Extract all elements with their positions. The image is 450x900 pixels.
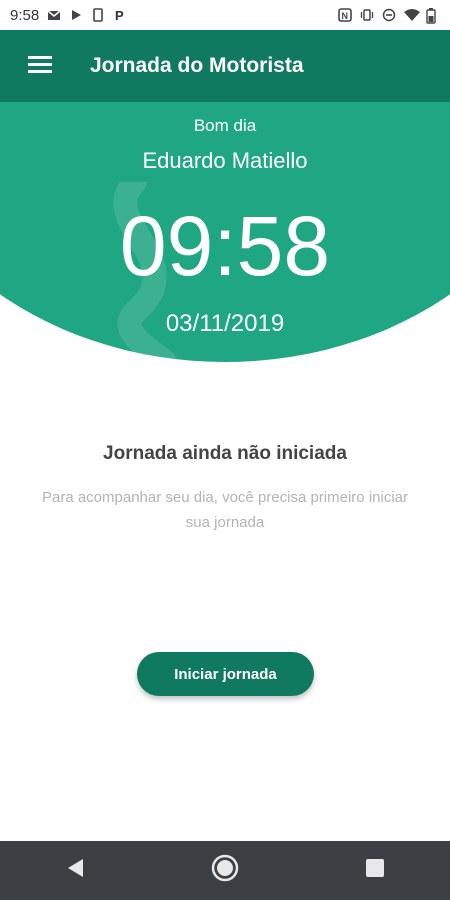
home-icon [210,853,240,888]
nfc-icon: N [338,8,352,22]
status-bar-right: N [338,8,440,24]
system-nav-bar [0,841,450,900]
app-title: Jornada do Motorista [90,54,304,77]
wifi-icon [404,8,420,22]
app-bar: Jornada do Motorista [0,30,450,102]
journey-status-description: Para acompanhar seu dia, você precisa pr… [41,489,408,531]
menu-icon [28,54,52,79]
home-button[interactable] [195,846,255,896]
battery-icon [426,8,440,24]
recents-button[interactable] [345,846,405,896]
current-time: 09:58 [119,199,331,293]
greeting-text: Bom dia [193,116,257,135]
svg-text:P: P [115,8,124,22]
journey-status-title: Jornada ainda não iniciada [103,443,347,464]
status-bar-left: 9:58 P [10,7,127,24]
gmail-icon [47,8,61,22]
vibrate-icon [360,8,374,22]
parking-icon: P [113,8,127,23]
play-store-icon [69,8,83,22]
dnd-icon [382,8,396,22]
svg-text:N: N [342,11,349,21]
hero-section: Bom dia Eduardo Matiello 09:58 03/11/201… [0,102,450,367]
back-button[interactable] [45,846,105,896]
phone-icon [91,8,105,22]
back-icon [65,857,85,884]
user-name: Eduardo Matiello [142,148,308,173]
start-journey-button[interactable]: Iniciar jornada [137,652,314,696]
current-date: 03/11/2019 [165,310,285,337]
status-bar: 9:58 P N [0,0,450,30]
status-time: 9:58 [10,6,40,24]
recents-icon [365,858,385,883]
menu-button[interactable] [20,46,60,86]
